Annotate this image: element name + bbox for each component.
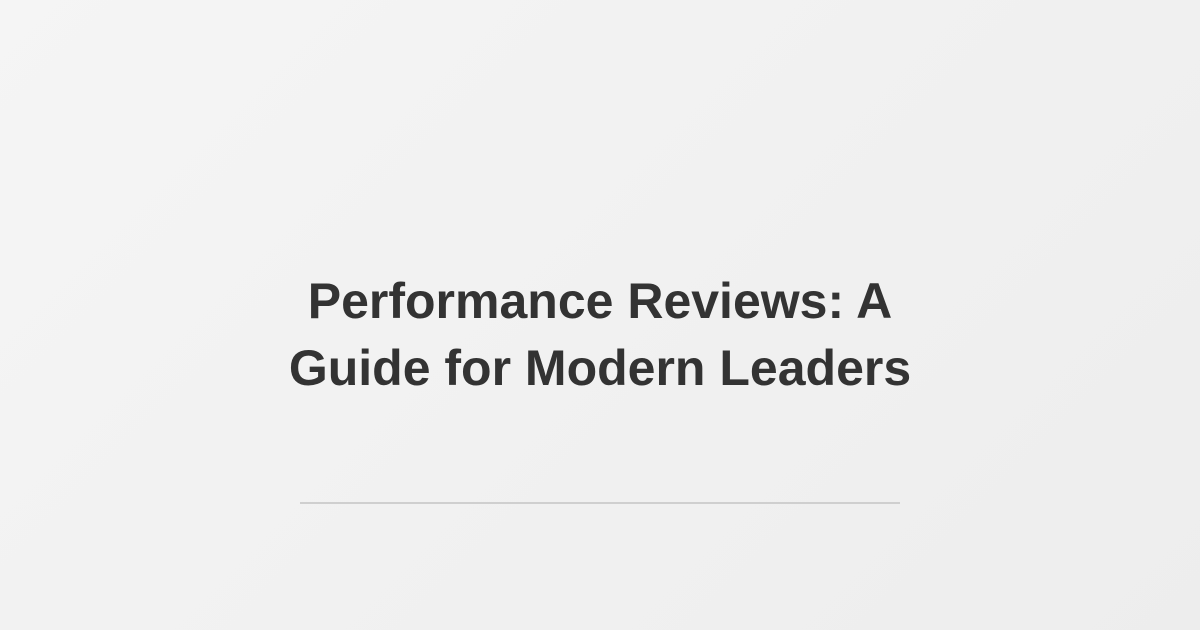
title-line-1: Performance Reviews: A <box>307 273 893 329</box>
title-line-2: Guide for Modern Leaders <box>288 340 912 396</box>
page-title: Performance Reviews: A Guide for Modern … <box>100 268 1100 402</box>
divider <box>300 502 900 504</box>
social-share-card: Performance Reviews: A Guide for Modern … <box>0 0 1200 630</box>
